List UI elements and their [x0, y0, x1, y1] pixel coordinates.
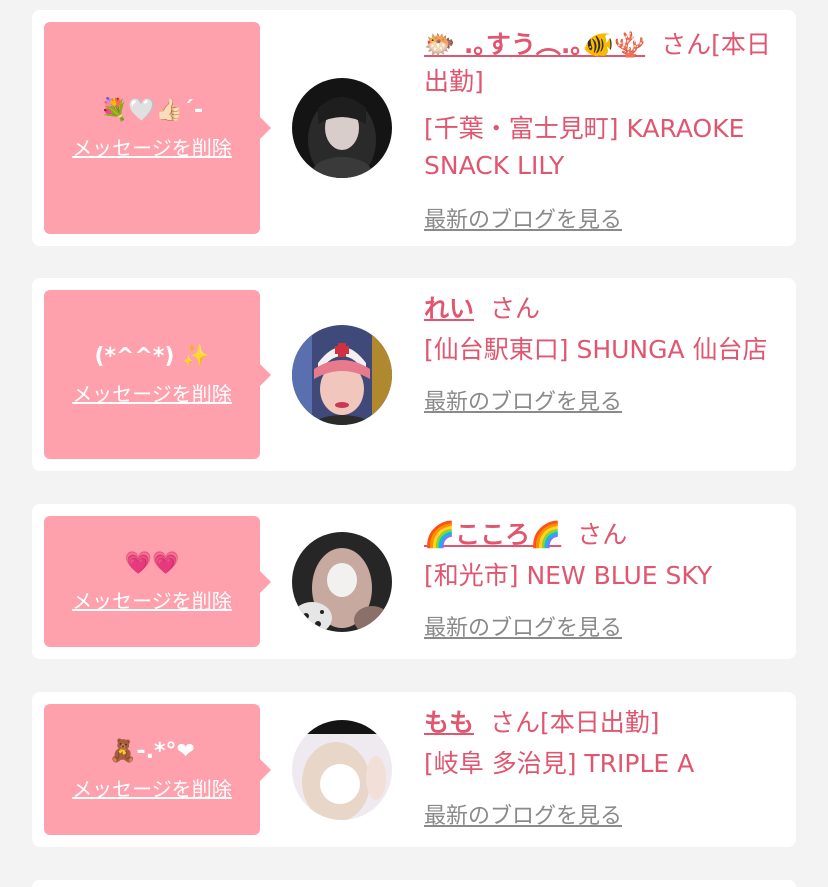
shop-name: [仙台駅東口] SHUNGA 仙台店 [424, 335, 768, 364]
avatar[interactable] [292, 532, 392, 632]
list-item [32, 880, 796, 887]
message-text: 💗💗 [124, 551, 180, 576]
message-bubble: 💐🤍👍🏻´- メッセージを削除 [44, 22, 271, 234]
latest-blog-link[interactable]: 最新のブログを見る [424, 610, 622, 647]
message-bubble: (*^^*) ✨ メッセージを削除 [44, 290, 271, 459]
name-suffix: さん[本日出勤] [490, 708, 660, 737]
cast-name-link[interactable]: 🐡 .｡すう︵.｡🐠🪸 [424, 30, 645, 59]
cast-name-link[interactable]: れい [424, 294, 474, 323]
avatar[interactable] [292, 720, 392, 820]
avatar[interactable] [292, 78, 392, 178]
profile-info: 🐡 .｡すう︵.｡🐠🪸 さん[本日出勤] [千葉・富士見町] KARAOKE SN… [424, 26, 784, 239]
message-text: (*^^*) ✨ [94, 344, 210, 369]
delete-message-link[interactable]: メッセージを削除 [72, 585, 232, 614]
name-suffix: さん [490, 294, 541, 323]
avatar[interactable] [292, 325, 392, 425]
name-line: もも さん[本日出勤] [424, 704, 784, 741]
profile-info: もも さん[本日出勤] [岐阜 多治見] TRIPLE A 最新のブログを見る [424, 704, 784, 835]
name-suffix: さん [577, 520, 628, 549]
message-text: 🧸-.*°❤ [109, 739, 195, 764]
cast-name-link[interactable]: もも [424, 708, 474, 737]
avatar-photo [292, 720, 392, 820]
list-item: (*^^*) ✨ メッセージを削除 れい さん [仙台駅東口] SHUNGA 仙台… [32, 278, 796, 471]
avatar-photo [292, 325, 392, 425]
name-line: 🐡 .｡すう︵.｡🐠🪸 さん[本日出勤] [424, 26, 784, 100]
message-bubble: 🧸-.*°❤ メッセージを削除 [44, 704, 271, 835]
delete-message-link[interactable]: メッセージを削除 [72, 378, 232, 407]
delete-message-link[interactable]: メッセージを削除 [72, 132, 232, 161]
list-item: 💐🤍👍🏻´- メッセージを削除 🐡 .｡すう︵.｡🐠🪸 さん[本日出勤] [千葉・… [32, 10, 796, 246]
avatar-photo [292, 78, 392, 178]
message-bubble: 💗💗 メッセージを削除 [44, 516, 271, 647]
avatar-photo [292, 532, 392, 632]
latest-blog-link[interactable]: 最新のブログを見る [424, 202, 622, 239]
message-text: 💐🤍👍🏻´- [100, 97, 204, 123]
shop-name: [千葉・富士見町] KARAOKE SNACK LILY [424, 114, 745, 180]
message-list: 💐🤍👍🏻´- メッセージを削除 🐡 .｡すう︵.｡🐠🪸 さん[本日出勤] [千葉・… [0, 0, 828, 887]
latest-blog-link[interactable]: 最新のブログを見る [424, 798, 622, 835]
shop-name: [岐阜 多治見] TRIPLE A [424, 749, 695, 778]
name-line: れい さん [424, 290, 784, 327]
delete-message-link[interactable]: メッセージを削除 [72, 773, 232, 802]
list-item: 💗💗 メッセージを削除 🌈こころ🌈 さん [和光市] NEW BLUE SKY 最… [32, 504, 796, 659]
list-item: 🧸-.*°❤ メッセージを削除 もも さん[本日出勤] [岐阜 多治見] TRIP… [32, 692, 796, 847]
latest-blog-link[interactable]: 最新のブログを見る [424, 384, 622, 421]
cast-name-link[interactable]: 🌈こころ🌈 [424, 520, 561, 549]
shop-name: [和光市] NEW BLUE SKY [424, 561, 713, 590]
name-line: 🌈こころ🌈 さん [424, 516, 784, 553]
profile-info: れい さん [仙台駅東口] SHUNGA 仙台店 最新のブログを見る [424, 290, 784, 421]
profile-info: 🌈こころ🌈 さん [和光市] NEW BLUE SKY 最新のブログを見る [424, 516, 784, 647]
